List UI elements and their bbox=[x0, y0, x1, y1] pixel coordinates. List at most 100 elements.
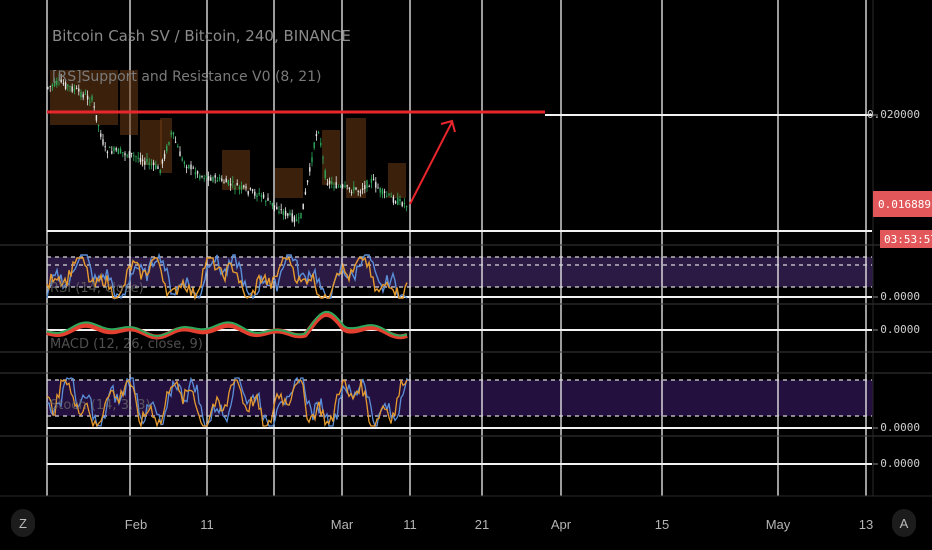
candle-body bbox=[300, 212, 302, 219]
candle-body bbox=[364, 185, 366, 189]
date-label: Apr bbox=[550, 517, 572, 532]
candle-body bbox=[196, 171, 199, 174]
candle-body bbox=[225, 178, 227, 183]
candle-body bbox=[223, 182, 225, 184]
candle-body bbox=[146, 158, 148, 162]
candle-body bbox=[126, 155, 128, 157]
candle-body bbox=[124, 153, 126, 156]
candle-body bbox=[100, 133, 102, 137]
candle-body bbox=[185, 166, 188, 168]
candle-body bbox=[91, 96, 93, 101]
candle-body bbox=[262, 194, 265, 198]
candle-body bbox=[117, 148, 120, 155]
candle-body bbox=[403, 202, 406, 204]
candle-body bbox=[386, 195, 388, 197]
candle-body bbox=[108, 146, 111, 148]
candle-body bbox=[177, 146, 179, 148]
candle-body bbox=[128, 151, 131, 158]
candle-body bbox=[245, 186, 247, 189]
candle-body bbox=[298, 217, 300, 219]
candle-body bbox=[377, 187, 379, 189]
candle-body bbox=[119, 148, 122, 154]
candle-body bbox=[311, 157, 313, 163]
candle-body bbox=[372, 178, 375, 180]
zoom-button[interactable]: Z bbox=[11, 509, 35, 537]
candle-body bbox=[80, 92, 82, 98]
candle-body bbox=[394, 201, 397, 204]
candle-body bbox=[335, 182, 337, 189]
candle-body bbox=[234, 188, 236, 190]
candle-body bbox=[172, 132, 175, 135]
candle-body bbox=[106, 151, 109, 154]
last-price-badge: 0.016889 bbox=[873, 191, 932, 217]
candle-body bbox=[357, 190, 359, 192]
candle-body bbox=[214, 175, 216, 178]
candle-body bbox=[212, 177, 214, 182]
candle-body bbox=[333, 186, 335, 188]
date-label: 11 bbox=[200, 517, 214, 532]
candle-body bbox=[326, 183, 329, 185]
candle-body bbox=[265, 200, 267, 202]
candle-body bbox=[381, 189, 384, 195]
candle-body bbox=[397, 197, 399, 205]
candle-body bbox=[243, 185, 245, 188]
candle-body bbox=[232, 181, 234, 183]
candle-body bbox=[194, 172, 197, 175]
candle-body bbox=[73, 88, 76, 91]
candle-body bbox=[379, 187, 381, 193]
candle-body bbox=[183, 161, 186, 164]
auto-scale-button[interactable]: A bbox=[892, 509, 916, 537]
candle-body bbox=[190, 164, 192, 170]
candle-body bbox=[148, 162, 150, 165]
stoch-zero-label: 0.0000 bbox=[880, 421, 920, 434]
candle-body bbox=[69, 86, 71, 88]
candle-body bbox=[139, 157, 142, 162]
candle-body bbox=[366, 180, 368, 188]
candle-body bbox=[93, 106, 95, 108]
macd-pane-label[interactable]: MACD (12, 26, close, 9) bbox=[50, 337, 203, 352]
candle-body bbox=[271, 202, 274, 207]
candle-body bbox=[322, 157, 324, 159]
candle-body bbox=[388, 193, 390, 196]
symbol-title[interactable]: Bitcoin Cash SV / Bitcoin, 240, BINANCE bbox=[52, 27, 351, 45]
candle-body bbox=[282, 211, 285, 215]
candle-body bbox=[102, 139, 104, 145]
candle-body bbox=[260, 195, 263, 197]
stoch-pane-label[interactable]: Stoch (14, 3, 3) bbox=[50, 398, 151, 413]
candle-body bbox=[401, 202, 403, 207]
date-label: 11 bbox=[403, 517, 417, 532]
candle-body bbox=[247, 191, 249, 195]
candle-body bbox=[304, 191, 307, 195]
candle-body bbox=[284, 210, 287, 216]
candle-body bbox=[309, 167, 311, 172]
candle-body bbox=[155, 164, 157, 169]
candle-body bbox=[359, 191, 362, 193]
candle-body bbox=[122, 152, 124, 154]
candle-body bbox=[405, 206, 408, 208]
candle-body bbox=[166, 145, 168, 152]
candle-body bbox=[84, 94, 87, 96]
candle-body bbox=[227, 180, 230, 185]
candle-body bbox=[161, 159, 164, 164]
candle-body bbox=[287, 213, 289, 216]
candle-body bbox=[350, 191, 353, 193]
rsi-zero-label: 0.0000 bbox=[880, 290, 920, 303]
candle-body bbox=[144, 161, 146, 165]
projection-arrow[interactable] bbox=[409, 119, 456, 205]
indicator-title[interactable]: [RS]Support and Resistance V0 (8, 21) bbox=[52, 69, 322, 85]
candle-body bbox=[75, 88, 78, 90]
candle-body bbox=[276, 207, 278, 210]
candle-body bbox=[141, 159, 144, 162]
price-axis-ticks bbox=[873, 114, 878, 465]
candle-body bbox=[179, 151, 181, 157]
candle-body bbox=[236, 183, 238, 186]
candle-body bbox=[346, 185, 348, 187]
candle-body bbox=[258, 192, 260, 195]
candle-body bbox=[192, 167, 194, 169]
rsi-pane-label[interactable]: RSI (14, close) bbox=[50, 281, 144, 296]
candle-body bbox=[315, 134, 318, 137]
candle-body bbox=[205, 175, 208, 178]
candle-body bbox=[392, 196, 395, 203]
candle-body bbox=[133, 155, 135, 157]
bar-countdown-badge: 03:53:57 bbox=[880, 230, 932, 248]
